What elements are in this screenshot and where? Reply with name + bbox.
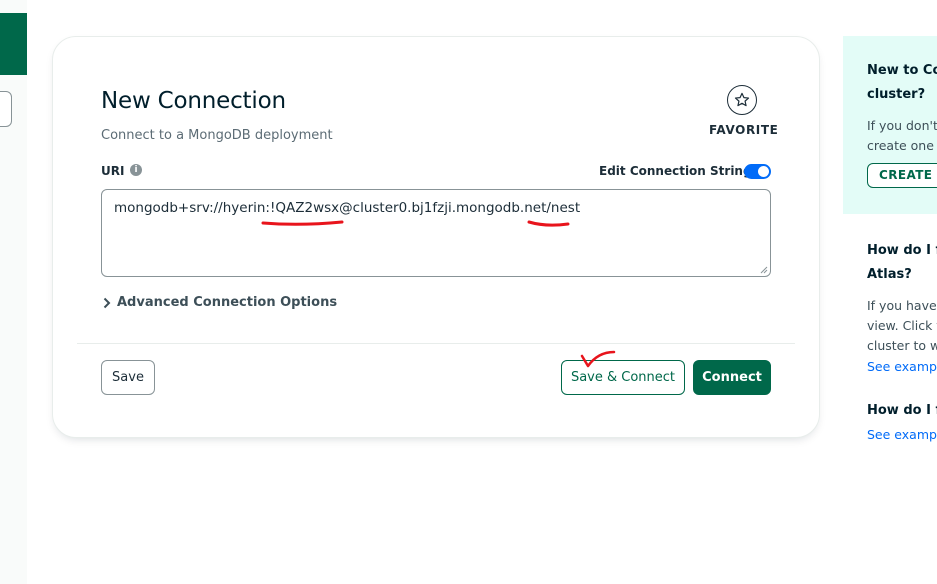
new-cluster-text-line2: create one (867, 138, 934, 153)
uri-label: URI (101, 164, 125, 178)
new-cluster-help-panel: New to Co cluster? If you don't create o… (843, 36, 937, 214)
create-free-cluster-button[interactable]: CREATE F (867, 163, 937, 188)
form-subtitle: Connect to a MongoDB deployment (101, 128, 333, 143)
uri-value: mongodb+srv://hyerin:!QAZ2wsx@cluster0.b… (114, 200, 581, 216)
edit-connection-string-label: Edit Connection String (599, 164, 752, 178)
sidebar-search-input[interactable] (0, 91, 12, 127)
left-sidebar (0, 0, 27, 584)
find-help-heading-line1: How do I fi (867, 243, 937, 258)
chevron-right-icon (103, 297, 111, 308)
find-help-text-line2: view. Click t (867, 318, 937, 333)
star-icon (727, 85, 757, 115)
format-help-example-link[interactable]: See exampl (867, 427, 937, 442)
sidebar-active-item[interactable] (0, 13, 27, 75)
new-cluster-heading-line2: cluster? (867, 87, 926, 102)
new-cluster-text-line1: If you don't (867, 118, 937, 133)
edit-connection-string-toggle[interactable] (744, 164, 771, 179)
find-help-example-link[interactable]: See exampl (867, 359, 937, 374)
new-cluster-heading-line1: New to Co (867, 63, 937, 78)
info-icon[interactable]: i (130, 164, 142, 176)
connect-button[interactable]: Connect (693, 360, 771, 395)
favorite-label: FAVORITE (709, 123, 779, 137)
new-connection-form: New Connection Connect to a MongoDB depl… (52, 36, 820, 438)
format-help-heading: How do I fo (867, 403, 937, 418)
save-and-connect-button[interactable]: Save & Connect (561, 360, 685, 395)
form-title: New Connection (101, 88, 286, 114)
toggle-knob (758, 166, 769, 177)
resize-handle-icon[interactable] (760, 266, 768, 274)
advanced-options-label: Advanced Connection Options (117, 295, 338, 310)
save-button[interactable]: Save (101, 360, 155, 395)
favorite-button[interactable]: FAVORITE (709, 85, 779, 137)
uri-textarea[interactable]: mongodb+srv://hyerin:!QAZ2wsx@cluster0.b… (101, 189, 771, 277)
footer-divider (77, 343, 795, 344)
find-help-text-line3: cluster to w (867, 338, 937, 353)
find-help-heading-line2: Atlas? (867, 267, 912, 282)
advanced-connection-options[interactable]: Advanced Connection Options (103, 295, 337, 310)
find-help-text-line1: If you have (867, 298, 937, 313)
